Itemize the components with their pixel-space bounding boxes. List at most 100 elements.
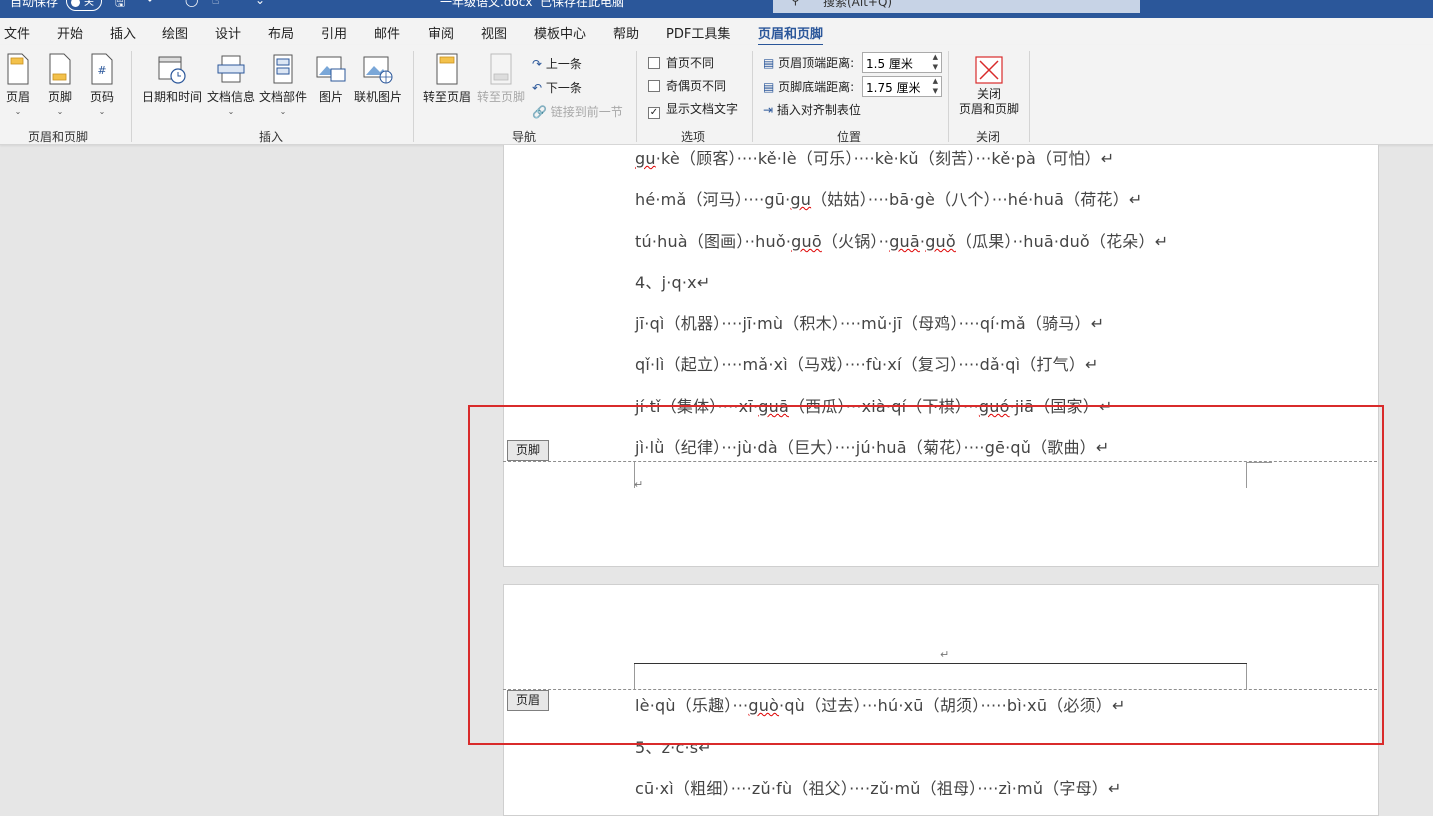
tab-template-center[interactable]: 模板中心 (534, 23, 586, 42)
tab-mailings[interactable]: 邮件 (374, 23, 400, 42)
group-label-navigation: 导航 (512, 130, 537, 144)
misspelled-word[interactable]: guō (791, 232, 822, 251)
docinfo-label: 文档信息 (206, 90, 255, 104)
goto-header-button[interactable]: 转至页眉 (421, 53, 473, 105)
calendar-clock-icon (158, 56, 186, 84)
tab-view[interactable]: 视图 (481, 23, 507, 42)
insert-alignment-tab-button[interactable]: ⇥ 插入对齐制表位 (763, 101, 861, 118)
save-icon[interactable]: 🖫 (115, 0, 125, 14)
picture-icon (316, 56, 346, 82)
tab-insert[interactable]: 插入 (110, 23, 136, 42)
different-first-page-checkbox[interactable]: 首页不同 (648, 54, 714, 71)
header-top-distance-spinner[interactable]: 1.5 厘米 ▲ ▼ (862, 52, 942, 73)
group-separator (636, 51, 637, 142)
misspelled-word[interactable]: gu (790, 190, 811, 209)
goto-footer-button[interactable]: 转至页脚 (475, 53, 527, 105)
group-label-header-footer: 页眉和页脚 (28, 130, 89, 144)
online-picture-button[interactable]: 联机图片 (352, 53, 404, 105)
chevron-down-icon: ⌄ (14, 107, 22, 116)
svg-text:#: # (97, 64, 106, 77)
spin-up-icon[interactable]: ▲ (933, 53, 938, 61)
different-odd-even-label: 奇偶页不同 (666, 79, 727, 93)
arrow-down-icon: ↶ (532, 81, 543, 95)
tab-pdf-tools[interactable]: PDF工具集 (666, 23, 730, 42)
checkmark-icon: ✓ (648, 107, 660, 119)
group-label-position: 位置 (837, 130, 862, 144)
spin-up-icon[interactable]: ▲ (933, 77, 938, 85)
chevron-down-icon: ⌄ (98, 107, 106, 116)
header-position-icon: ▤ (763, 56, 775, 70)
autosave-toggle-state: 关 (84, 0, 94, 8)
save-status[interactable]: 已保存在此电脑 (540, 0, 624, 10)
close-label-line1: 关闭 (976, 87, 1001, 101)
misspelled-word[interactable]: guā (889, 232, 920, 251)
autosave-label: 自动保存 (10, 0, 59, 9)
tab-file[interactable]: 文件 (4, 23, 30, 42)
text-run: tú·huà（图画）··huǒ· (635, 232, 792, 251)
tab-layout[interactable]: 布局 (268, 23, 294, 42)
tab-home[interactable]: 开始 (57, 23, 83, 42)
misspelled-word[interactable]: guǒ (925, 232, 956, 251)
tab-design[interactable]: 设计 (215, 23, 241, 42)
insert-alignment-tab-label: 插入对齐制表位 (776, 103, 861, 117)
header-icon (7, 53, 29, 85)
tab-draw[interactable]: 绘图 (162, 23, 188, 42)
footer-button[interactable]: 页脚 ⌄ (45, 53, 75, 116)
tab-header-footer[interactable]: 页眉和页脚 (758, 23, 824, 47)
spin-down-icon[interactable]: ▼ (933, 87, 938, 95)
docinfo-button[interactable]: 文档信息 ⌄ (206, 53, 256, 116)
text-run: （火锅）·· (821, 232, 890, 251)
chevron-down-icon: ⌄ (227, 107, 235, 116)
tab-help[interactable]: 帮助 (613, 23, 639, 42)
header-top-distance-value: 1.5 厘米 (866, 57, 913, 71)
close-header-footer-button[interactable]: 关闭 页眉和页脚 (955, 55, 1023, 117)
docparts-label: 文档部件 (258, 90, 307, 104)
different-odd-even-checkbox[interactable]: 奇偶页不同 (648, 77, 726, 94)
text-line[interactable]: tú·huà（图画）··huǒ·guō（火锅）··guā·guǒ（瓜果）··hu… (635, 228, 1168, 252)
touch-mode-icon[interactable]: ☝ (212, 0, 219, 7)
text-line[interactable]: gu·kè（顾客）····kě·lè（可乐）····kè·kǔ（刻苦）···kě… (635, 145, 1114, 169)
search-box[interactable]: ⚲ 搜索(Alt+Q) (773, 0, 1140, 13)
docparts-button[interactable]: 文档部件 ⌄ (258, 53, 308, 116)
text-line[interactable]: qǐ·lì（起立）····mǎ·xì（马戏）····fù·xí（复习）····d… (635, 351, 1099, 375)
search-placeholder: 搜索(Alt+Q) (823, 0, 893, 9)
previous-button[interactable]: ↷ 上一条 (532, 55, 582, 72)
goto-footer-icon (490, 53, 512, 85)
tab-review[interactable]: 审阅 (428, 23, 454, 42)
customize-qat-icon[interactable]: ⌄ (255, 0, 265, 7)
page-number-icon: # (91, 53, 113, 85)
goto-header-label: 转至页眉 (422, 90, 471, 104)
chevron-down-icon: ⌄ (56, 107, 64, 116)
undo-icon[interactable]: ↶ (147, 0, 157, 7)
next-button[interactable]: ↶ 下一条 (532, 79, 582, 96)
show-document-text-checkbox[interactable]: ✓ 显示文档文字 (648, 100, 738, 119)
document-info-icon (217, 55, 245, 83)
text-run: ·kè（顾客）····kě·lè（可乐）····kè·kǔ（刻苦）···kě·p… (655, 149, 1115, 168)
misspelled-word[interactable]: gu (635, 149, 656, 168)
link-previous-button[interactable]: 🔗 链接到前一节 (532, 103, 623, 120)
redo-icon[interactable]: ◯ (185, 0, 198, 7)
text-run: （瓜果）··huā·duǒ（花朵）↵ (955, 232, 1169, 251)
text-line[interactable]: jī·qì（机器）····jī·mù（积木）····mǔ·jī（母鸡）····q… (635, 310, 1104, 334)
page-number-button[interactable]: # 页码 ⌄ (87, 53, 117, 116)
footer-label: 页脚 (47, 90, 72, 104)
title-bar: 自动保存 关 🖫 ↶ ◯ ☝ ⌄ 一年级语文.docx 已保存在此电脑 ⚲ 搜索… (0, 0, 1433, 18)
header-label: 页眉 (5, 90, 30, 104)
picture-button[interactable]: 图片 (314, 53, 348, 105)
header-top-distance-label-row: ▤ 页眉顶端距离: (763, 54, 854, 71)
footer-bottom-distance-spinner[interactable]: 1.75 厘米 ▲ ▼ (862, 76, 942, 97)
header-button[interactable]: 页眉 ⌄ (3, 53, 33, 116)
checkbox-box (648, 57, 660, 69)
close-icon (975, 56, 1003, 84)
text-line[interactable]: cū·xì（粗细）····zǔ·fù（祖父）····zǔ·mǔ（祖母）····z… (635, 775, 1122, 799)
link-previous-label: 链接到前一节 (550, 105, 623, 119)
link-icon: 🔗 (532, 105, 547, 119)
spin-down-icon[interactable]: ▼ (933, 63, 938, 71)
tab-references[interactable]: 引用 (321, 23, 347, 42)
text-line[interactable]: 4、j·q·x↵ (635, 269, 710, 293)
text-line[interactable]: hé·mǎ（河马）····gū·gu（姑姑）····bā·gè（八个）···hé… (635, 186, 1143, 210)
group-separator (948, 51, 949, 142)
show-document-text-label: 显示文档文字 (666, 102, 739, 116)
datetime-button[interactable]: 日期和时间 (140, 53, 204, 105)
online-picture-label: 联机图片 (353, 90, 402, 104)
